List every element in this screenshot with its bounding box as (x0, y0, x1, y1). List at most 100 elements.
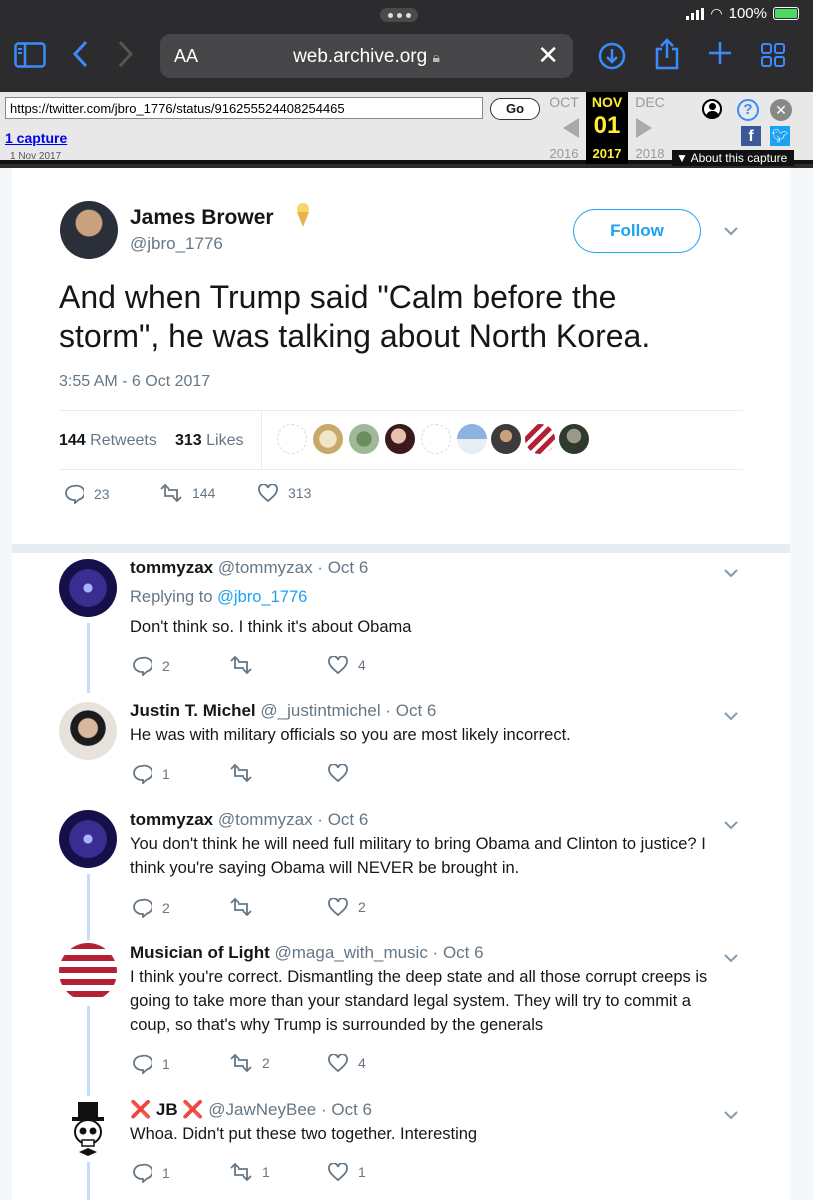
like-action[interactable]: 4 (328, 656, 366, 674)
retweet-action[interactable] (230, 764, 262, 782)
reply-icon (133, 898, 152, 918)
reply-count: 1 (162, 766, 170, 782)
prev-capture-arrow-icon[interactable] (563, 118, 579, 138)
next-month[interactable]: DEC (630, 94, 670, 110)
thread-line (87, 623, 90, 693)
about-capture-button[interactable]: ▼ About this capture (672, 150, 794, 166)
next-year[interactable]: 2018 (630, 146, 670, 161)
reply-action[interactable]: 1 (132, 1163, 170, 1183)
help-icon[interactable]: ? (737, 99, 759, 121)
likes-stat[interactable]: 313 Likes (175, 432, 244, 450)
tweet-modal: James Brower @jbro_1776 Follow And when … (12, 168, 790, 1200)
wayback-url-input[interactable] (5, 97, 483, 119)
next-capture-arrow-icon[interactable] (636, 118, 652, 138)
new-tab-icon[interactable] (707, 40, 733, 72)
liker-avatar[interactable] (559, 424, 589, 454)
reply-author-name: tommyzax (130, 558, 214, 577)
close-icon[interactable]: ✕ (537, 40, 559, 71)
reply-author-handle: @JawNeyBee · Oct 6 (208, 1100, 372, 1119)
sidebar-icon[interactable] (14, 42, 46, 74)
battery-icon (773, 7, 799, 20)
like-count: 313 (288, 485, 312, 501)
reply-action[interactable]: 1 (132, 1054, 170, 1074)
tweet-stats: 144 Retweets 313 Likes (59, 410, 743, 470)
reply-avatar[interactable] (59, 943, 117, 1001)
address-bar[interactable]: AA web.archive.org 🔒︎ ✕ (160, 34, 573, 78)
liker-avatar[interactable] (525, 424, 555, 454)
reply-text: Whoa. Didn't put these two together. Int… (130, 1122, 750, 1146)
wifi-icon: ◠ (710, 5, 723, 21)
prev-year[interactable]: 2016 (544, 146, 584, 161)
replying-to-link[interactable]: @jbro_1776 (217, 588, 307, 606)
reply-action[interactable]: 2 (132, 656, 170, 676)
like-action[interactable]: 4 (328, 1054, 366, 1072)
about-capture-label: About this capture (690, 151, 788, 165)
author-handle[interactable]: @jbro_1776 (130, 234, 223, 254)
retweet-icon (230, 1054, 252, 1072)
account-icon[interactable] (702, 99, 722, 119)
tweet-timestamp[interactable]: 3:55 AM - 6 Oct 2017 (59, 373, 210, 391)
reply-author-handle: @tommyzax · Oct 6 (217, 558, 369, 577)
replying-to: Replying to @jbro_1776 (130, 588, 307, 607)
follow-button[interactable]: Follow (573, 209, 701, 253)
reply-avatar[interactable] (59, 810, 117, 868)
back-icon[interactable] (72, 40, 88, 74)
retweet-action[interactable] (230, 898, 262, 916)
retweet-action[interactable]: 144 (160, 484, 215, 502)
liker-avatar[interactable] (457, 424, 487, 454)
reply-author[interactable]: tommyzax @tommyzax · Oct 6 (130, 810, 368, 830)
reply-author[interactable]: ❌ JB ❌ @JawNeyBee · Oct 6 (130, 1100, 372, 1120)
chevron-down-icon[interactable] (724, 565, 738, 583)
reply-avatar[interactable] (59, 1100, 117, 1158)
current-month: NOV (591, 94, 623, 110)
like-action[interactable] (328, 764, 358, 782)
thread-line (87, 1162, 90, 1200)
like-action[interactable]: 313 (258, 484, 311, 502)
captures-link[interactable]: 1 capture (5, 130, 67, 146)
liker-avatar[interactable] (421, 424, 451, 454)
retweet-action[interactable]: 1 (230, 1163, 270, 1181)
share-icon[interactable] (654, 38, 680, 76)
reply-text-line: think you're saying Obama will NEVER be … (130, 859, 520, 877)
reply-author[interactable]: Justin T. Michel @_justintmichel · Oct 6 (130, 701, 436, 721)
tabs-overview-icon[interactable] (760, 42, 786, 74)
downloads-icon[interactable] (598, 42, 626, 76)
liker-avatar[interactable] (313, 424, 343, 454)
liker-avatar[interactable] (349, 424, 379, 454)
reply-icon (133, 656, 152, 676)
like-count: 4 (358, 1055, 366, 1071)
reply-action[interactable]: 2 (132, 898, 170, 918)
reply-text: He was with military officials so you ar… (130, 723, 750, 747)
retweet-action[interactable]: 2 (230, 1054, 270, 1072)
prev-month[interactable]: OCT (544, 94, 584, 110)
reply-count: 1 (162, 1165, 170, 1181)
ice-cream-icon (295, 202, 311, 234)
author-avatar[interactable] (60, 201, 118, 259)
battery-percent: 100% (728, 5, 767, 22)
liker-avatar[interactable] (277, 424, 307, 454)
reply-avatar[interactable] (59, 559, 117, 617)
reply-action[interactable]: 23 (64, 484, 110, 504)
reply-avatar[interactable] (59, 702, 117, 760)
go-button[interactable]: Go (490, 98, 540, 120)
reply-text: You don't think he will need full milita… (130, 832, 750, 880)
chevron-down-icon[interactable] (724, 223, 738, 241)
retweet-icon (230, 898, 252, 916)
heart-icon (328, 1163, 348, 1181)
facebook-icon[interactable]: f (741, 126, 761, 146)
like-action[interactable]: 2 (328, 898, 366, 916)
retweet-icon (160, 484, 182, 502)
liker-avatar[interactable] (491, 424, 521, 454)
liker-avatar[interactable] (385, 424, 415, 454)
reply-action[interactable]: 1 (132, 764, 170, 784)
reply-author[interactable]: tommyzax @tommyzax · Oct 6 (130, 558, 368, 578)
retweets-stat[interactable]: 144 Retweets (59, 432, 157, 450)
close-toolbar-icon[interactable]: ✕ (770, 99, 792, 121)
retweet-action[interactable] (230, 656, 262, 674)
multitasking-dots-icon[interactable] (380, 8, 418, 22)
author-name[interactable]: James Brower (130, 206, 274, 230)
twitter-share-icon[interactable]: 🐦︎ (770, 126, 790, 146)
forward-icon[interactable] (118, 40, 134, 74)
like-action[interactable]: 1 (328, 1163, 366, 1181)
reply-author[interactable]: Musician of Light @maga_with_music · Oct… (130, 943, 484, 963)
